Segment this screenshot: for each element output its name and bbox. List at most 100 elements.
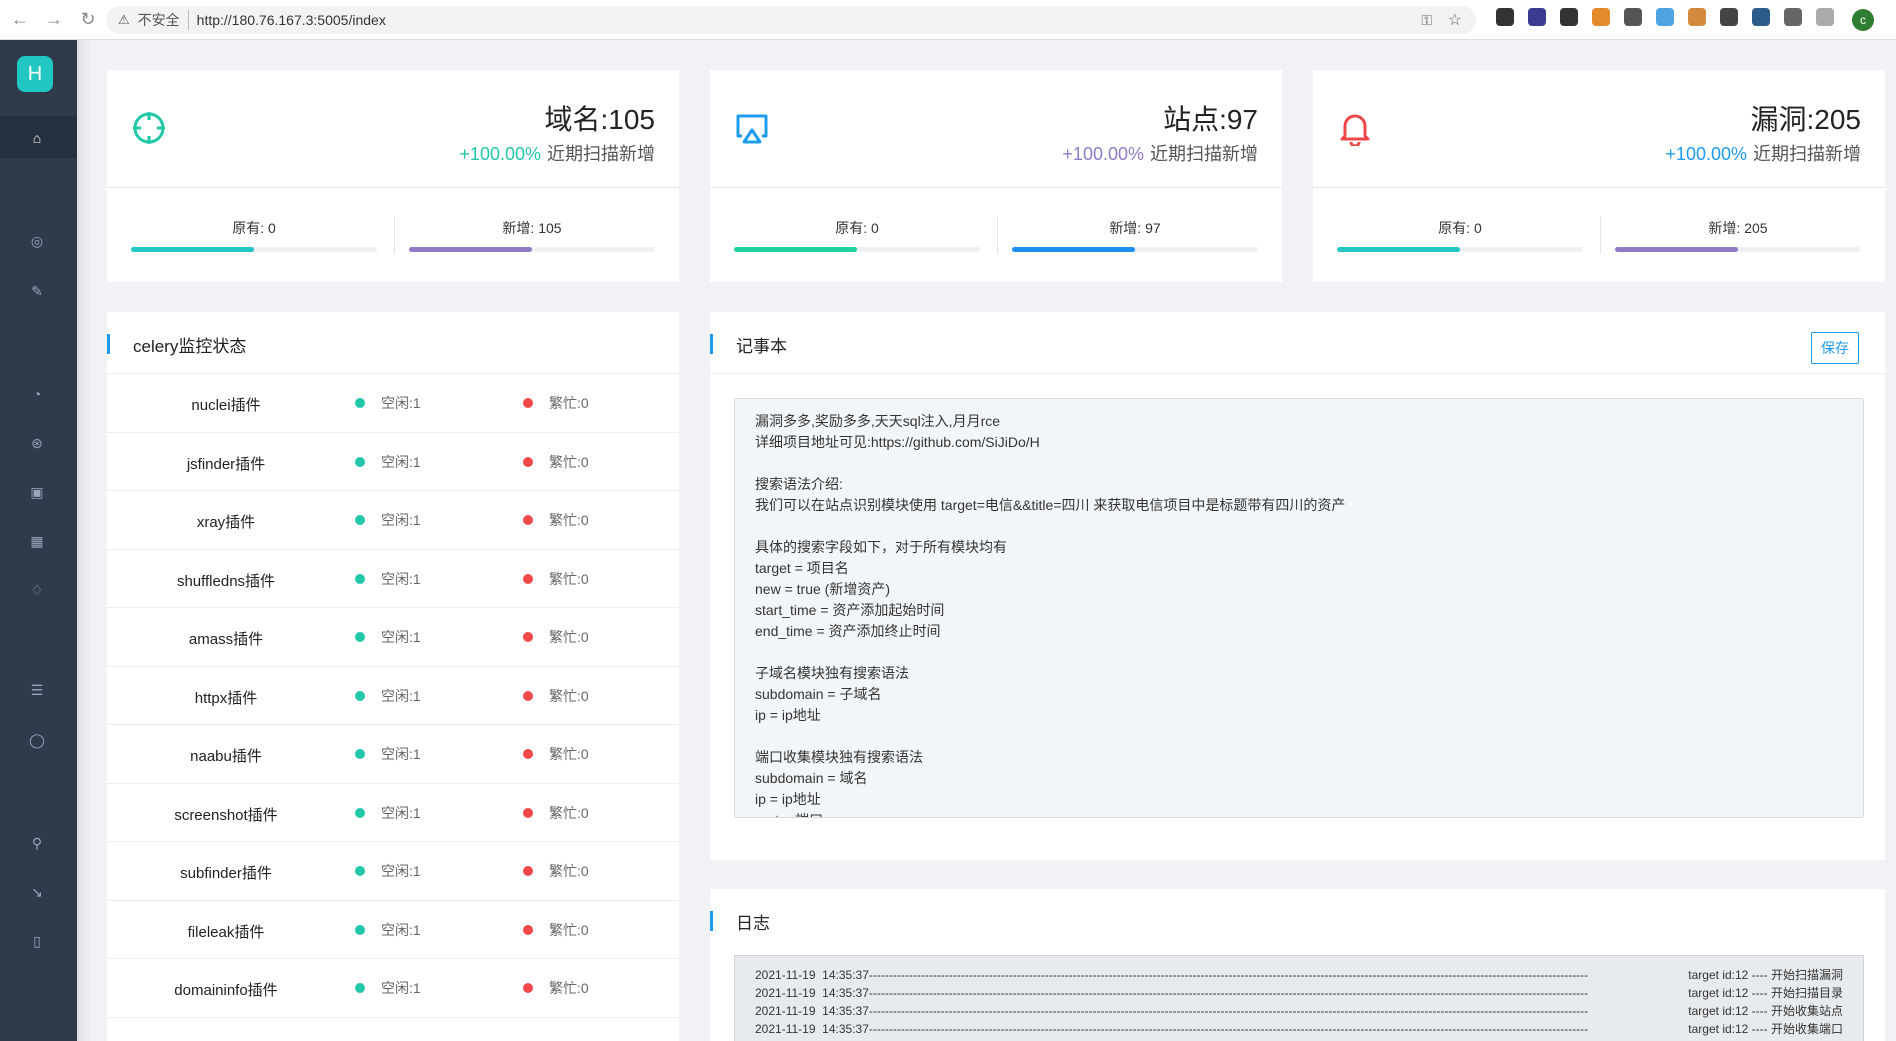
log-dashes: ----------------------------------------… [868,986,1589,1000]
save-button[interactable]: 保存 [1811,332,1859,364]
edit-icon[interactable]: ✎ [26,280,48,302]
extension-icon[interactable] [1592,8,1610,26]
stat-card-sites: 站点:97 +100.00% 近期扫描新增 原有: 0 新增: 97 [710,70,1282,282]
extension-icon[interactable] [1560,8,1578,26]
bell-icon [1340,114,1370,146]
notepad-line: 漏洞多多,奖励多多,天天sql注入,月月rce [755,413,1001,429]
extension-icon[interactable] [1496,8,1514,26]
address-bar[interactable]: ⚠ 不安全 http://180.76.167.3:5005/index ⚿ ☆ [106,6,1476,34]
idle-count: 空闲:1 [381,921,421,938]
busy-status-dot [523,983,533,993]
busy-status-dot [523,573,533,584]
notepad-line: 详细项目地址可见:https://github.com/SiJiDo/H [755,434,1040,450]
log-time: 2021-11-19 14:35:37 [755,1004,869,1018]
stat-card-vulns: 漏洞:205 +100.00% 近期扫描新增 原有: 0 新增: 205 [1313,70,1885,282]
busy-count: 繁忙:0 [549,804,589,821]
busy-count: 繁忙:0 [549,746,589,762]
notepad-header: 记事本 保存 [710,312,1885,374]
stat-new-label: 新增: 105 [502,220,562,236]
idle-count: 空闲:1 [381,395,421,411]
watch-icon[interactable]: ◯ [26,729,48,751]
home-icon[interactable]: ⌂ [26,127,48,149]
stat-orig-bar [734,247,980,252]
busy-status-dot [523,866,533,876]
plugin-name: domaininfo插件 [174,982,278,999]
extension-icon[interactable] [1752,8,1770,26]
monitor-icon[interactable]: ▣ [26,481,48,503]
layers-icon[interactable]: ☰ [26,679,48,701]
log-panel: 日志 2021-11-19 14:35:37 ------------------… [710,889,1885,1041]
forward-icon[interactable]: → [40,6,68,34]
log-box[interactable]: 2021-11-19 14:35:37 ---------------------… [734,955,1864,1041]
idle-status-dot [355,456,365,467]
plugin-name: jsfinder插件 [186,455,266,473]
pie-chart-icon[interactable]: ◔ [26,383,48,405]
busy-status-dot [523,632,533,642]
key-icon[interactable]: ⚿ [1421,12,1432,29]
plugin-name: naabu插件 [190,748,262,765]
insecure-label: 不安全 [138,10,189,30]
map-icon[interactable]: ▦ [26,530,48,552]
bell-icon[interactable]: ♢ [26,579,48,601]
collapse-icon[interactable]: ↘ [26,881,48,903]
log-time: 2021-11-19 14:35:37 [755,1022,869,1036]
notepad-line: 搜索语法介绍: [755,476,843,492]
notepad-textarea[interactable]: 漏洞多多,奖励多多,天天sql注入,月月rce 详细项目地址可见:https://… [734,398,1864,818]
extension-icon[interactable] [1784,8,1802,26]
tablet-icon[interactable]: ▯ [26,930,48,952]
busy-count: 繁忙:0 [549,453,589,470]
idle-count: 空闲:1 [381,746,421,762]
celery-row: screenshot插件 空闲:1 繁忙:0 [107,784,679,842]
stat-orig-label: 原有: 0 [232,220,276,236]
extension-icon[interactable] [1624,8,1642,26]
sidebar: H ⌂ ◎ ✎ ◔ ⊛ ▣ ▦ ♢ ☰ ◯ ⚲ ↘ ▯ [0,40,77,1041]
idle-status-dot [355,573,365,584]
extension-icon[interactable] [1528,8,1546,26]
app-logo[interactable]: H [17,56,53,92]
search-icon[interactable]: ⚲ [26,832,48,854]
bookmark-star-icon[interactable]: ☆ [1448,10,1462,30]
log-title: 日志 [736,914,770,933]
puzzle-icon[interactable] [1816,8,1834,26]
busy-status-dot [523,456,533,467]
stat-orig-bar [131,247,377,252]
sidebar-shadow [77,40,91,1041]
extension-icon[interactable] [1688,8,1706,26]
section-marker [710,911,713,931]
stat-new-bar [409,247,655,252]
busy-status-dot [523,515,533,525]
back-icon[interactable]: ← [6,6,34,34]
notepad-line [755,516,1843,537]
idle-count: 空闲:1 [381,570,421,587]
plugin-name: subfinder插件 [180,865,272,882]
celery-row: jsfinder插件 空闲:1 繁忙:0 [107,433,679,491]
extension-icon[interactable] [1720,8,1738,26]
stat-sub-label: 近期扫描新增 [547,144,655,164]
busy-status-dot [523,749,533,759]
reload-icon[interactable]: ↻ [74,6,102,34]
busy-status-dot [523,690,533,701]
notepad-line [755,642,1843,663]
crosshair-icon[interactable]: ◎ [26,230,48,252]
busy-count: 繁忙:0 [549,921,589,938]
notepad-line: ip = ip地址 [755,707,821,723]
stat-subtitle: +100.00% 近期扫描新增 [459,140,655,166]
plugin-name: screenshot插件 [174,806,278,824]
stat-orig-label: 原有: 0 [1438,220,1482,236]
log-message: target id:12 ---- 开始收集站点 [1688,1004,1843,1018]
stat-sub-label: 近期扫描新增 [1753,144,1861,164]
notepad-line: port = 端口 [755,810,1843,817]
broadcast-icon[interactable]: ⊛ [26,432,48,454]
plugin-name: fileleak插件 [187,923,265,941]
extension-icon[interactable] [1656,8,1674,26]
profile-avatar[interactable]: c [1852,9,1874,31]
stat-new-fill [1012,247,1135,252]
stat-title: 域名:105 [544,104,656,135]
busy-count: 繁忙:0 [549,687,589,704]
stat-card-domains: 域名:105 +100.00% 近期扫描新增 原有: 0 新增: 105 [107,70,679,282]
url-text[interactable]: http://180.76.167.3:5005/index [197,12,386,28]
notepad-line: ip = ip地址 [755,791,821,807]
stat-divider [1600,216,1601,254]
celery-header: celery监控状态 [107,312,679,374]
notepad-panel: 记事本 保存 漏洞多多,奖励多多,天天sql注入,月月rce 详细项目地址可见:h… [710,312,1885,860]
